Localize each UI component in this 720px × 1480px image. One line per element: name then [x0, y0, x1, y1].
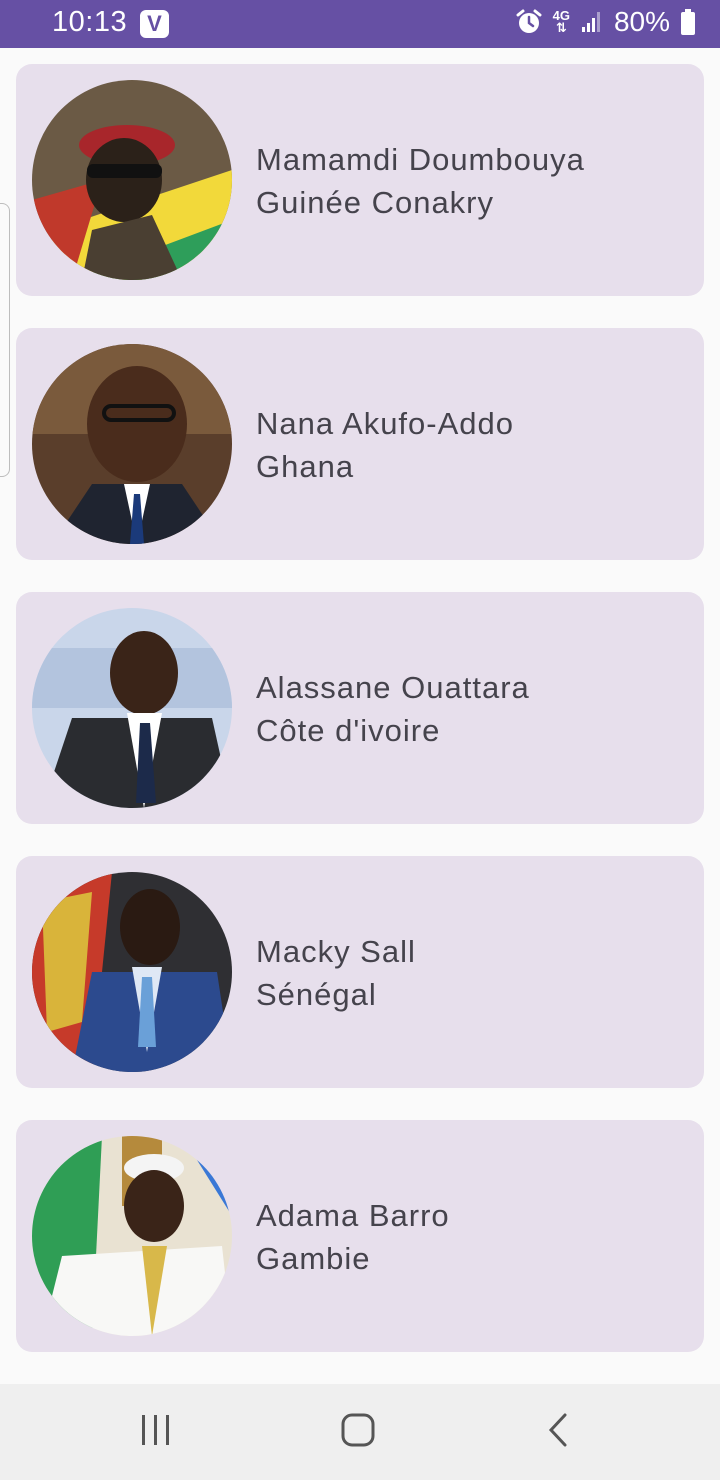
home-icon[interactable]	[340, 1412, 376, 1448]
leader-country: Guinée Conakry	[256, 185, 495, 220]
app-notification-icon: V	[140, 10, 169, 38]
leaders-list: Mamamdi Doumbouya Guinée Conakry Nana Ak…	[16, 64, 704, 1384]
list-item[interactable]: Adama Barro Gambie	[16, 1120, 704, 1352]
status-indicators: 4G ⇅ 80%	[515, 6, 696, 38]
leader-country: Sénégal	[256, 977, 377, 1012]
leader-name: Mamamdi Doumbouya	[256, 142, 585, 177]
avatar	[32, 344, 232, 544]
leader-name: Adama Barro	[256, 1198, 450, 1233]
alarm-icon	[515, 8, 543, 36]
list-item[interactable]: Macky Sall Sénégal	[16, 856, 704, 1088]
battery-icon	[680, 8, 696, 36]
avatar	[32, 1136, 232, 1336]
list-item[interactable]: Nana Akufo-Addo Ghana	[16, 328, 704, 560]
leader-name: Nana Akufo-Addo	[256, 406, 515, 441]
card-text: Mamamdi Doumbouya Guinée Conakry	[256, 138, 585, 224]
back-icon[interactable]	[546, 1412, 570, 1448]
battery-percentage: 80%	[613, 6, 670, 37]
leader-country: Côte d'ivoire	[256, 713, 441, 748]
recent-apps-icon[interactable]	[140, 1412, 172, 1448]
avatar	[32, 872, 232, 1072]
list-item[interactable]: Mamamdi Doumbouya Guinée Conakry	[16, 64, 704, 296]
avatar	[32, 608, 232, 808]
network-label: 4G	[552, 8, 570, 23]
leader-country: Ghana	[256, 449, 355, 484]
leader-name: Alassane Ouattara	[256, 670, 530, 705]
card-text: Alassane Ouattara Côte d'ivoire	[256, 666, 530, 752]
card-text: Nana Akufo-Addo Ghana	[256, 402, 514, 488]
navigation-bar	[0, 1384, 720, 1480]
card-text: Macky Sall Sénégal	[256, 930, 416, 1016]
signal-icon	[580, 10, 604, 34]
status-time: 10:13	[52, 6, 128, 38]
card-text: Adama Barro Gambie	[256, 1194, 450, 1280]
status-bar: 10:13 V 4G ⇅ 80%	[0, 0, 720, 48]
leader-name: Macky Sall	[256, 934, 416, 969]
list-item[interactable]: Alassane Ouattara Côte d'ivoire	[16, 592, 704, 824]
edge-panel-handle[interactable]	[0, 203, 10, 477]
leader-country: Gambie	[256, 1241, 371, 1276]
avatar	[32, 80, 232, 280]
network-4g-icon: 4G ⇅	[552, 8, 570, 35]
